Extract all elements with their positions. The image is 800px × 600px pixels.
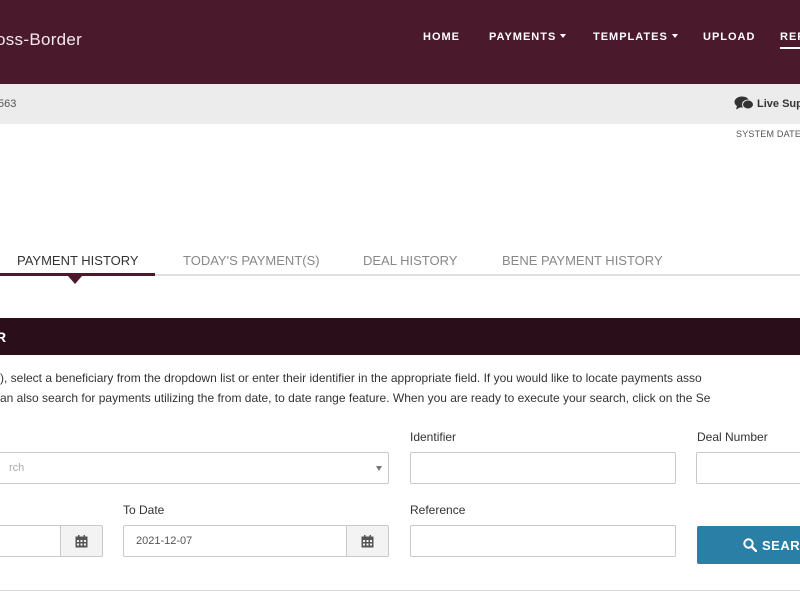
reference-label: Reference — [410, 503, 466, 517]
instructions-line-1: s), select a beneficiary from the dropdo… — [0, 371, 702, 385]
search-instructions: s), select a beneficiary from the dropdo… — [0, 368, 800, 408]
bottom-divider — [0, 590, 800, 591]
live-support-label: Live Sup — [757, 98, 800, 110]
tab-todays-payments[interactable]: TODAY'S PAYMENT(S) — [183, 253, 320, 268]
identifier-input[interactable] — [410, 452, 676, 484]
deal-number-label: Deal Number — [697, 430, 768, 444]
nav-templates-label: TEMPLATES — [593, 31, 668, 43]
caret-down-icon — [560, 34, 567, 38]
from-date-calendar-button[interactable] — [60, 525, 103, 557]
active-tab-pointer — [68, 276, 82, 284]
tab-deal-history[interactable]: DEAL HISTORY — [363, 253, 457, 268]
caret-down-icon — [671, 34, 678, 38]
search-button[interactable]: SEAR — [697, 526, 800, 564]
identifier-label: Identifier — [410, 430, 457, 444]
nav-home[interactable]: HOME — [423, 31, 460, 43]
section-title: R — [0, 329, 7, 345]
to-date-input[interactable]: 2021-12-07 — [123, 525, 347, 557]
account-bar: 563 Live Sup — [0, 84, 800, 124]
brand-title: oss-Border — [0, 30, 83, 49]
to-date-label: To Date — [123, 503, 165, 517]
nav-reports-label: REP — [780, 31, 800, 43]
nav-home-label: HOME — [423, 31, 460, 43]
calendar-icon — [361, 535, 374, 548]
live-support-link[interactable]: Live Sup — [734, 96, 800, 110]
from-date-input[interactable] — [0, 525, 61, 557]
system-date-label: SYSTEM DATE — [736, 129, 800, 139]
to-date-calendar-button[interactable] — [346, 525, 389, 557]
tab-payment-history[interactable]: PAYMENT HISTORY — [17, 253, 139, 268]
deal-number-input[interactable] — [696, 452, 800, 484]
section-header: R — [0, 318, 800, 355]
search-icon — [743, 538, 757, 552]
chat-bubbles-icon — [734, 96, 754, 110]
calendar-icon — [75, 535, 88, 548]
beneficiary-select[interactable]: rch — [0, 452, 389, 484]
nav-payments[interactable]: PAYMENTS — [489, 31, 567, 43]
nav-templates[interactable]: TEMPLATES — [593, 31, 678, 43]
beneficiary-placeholder: rch — [9, 462, 25, 474]
nav-payments-label: PAYMENTS — [489, 31, 557, 43]
tab-bene-payment-history[interactable]: BENE PAYMENT HISTORY — [502, 253, 663, 268]
account-number: 563 — [0, 98, 17, 110]
top-header: oss-Border HOME PAYMENTS TEMPLATES UPLOA… — [0, 0, 800, 84]
to-date-value: 2021-12-07 — [136, 535, 193, 547]
nav-upload-label: UPLOAD — [703, 31, 756, 43]
instructions-line-2: can also search for payments utilizing t… — [0, 391, 711, 405]
nav-reports[interactable]: REP — [780, 31, 800, 49]
search-button-label: SEAR — [762, 538, 800, 553]
reference-input[interactable] — [410, 525, 676, 557]
caret-down-icon — [376, 466, 382, 471]
nav-upload[interactable]: UPLOAD — [703, 31, 755, 43]
